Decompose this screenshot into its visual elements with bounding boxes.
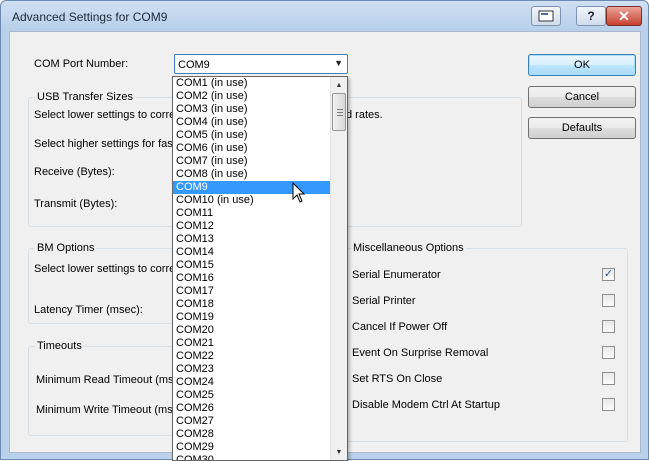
- mouse-pointer-icon: [292, 181, 306, 207]
- dropdown-item[interactable]: COM24: [173, 376, 330, 389]
- com-port-label: COM Port Number:: [34, 58, 129, 70]
- cancel-if-power-off-checkbox[interactable]: [602, 320, 615, 333]
- dropdown-item[interactable]: COM4 (in use): [173, 116, 330, 129]
- usb-transfer-hint: Select lower settings to corre: [34, 109, 176, 121]
- bm-options-title: BM Options: [35, 242, 97, 254]
- serial-enumerator-label: Serial Enumerator: [352, 269, 441, 281]
- usb-transfer-hint-tail: d rates.: [346, 109, 383, 121]
- advanced-settings-dialog: Advanced Settings for COM9 ? ✕ COM Port …: [0, 0, 649, 461]
- dropdown-item[interactable]: COM8 (in use): [173, 168, 330, 181]
- com-port-select[interactable]: COM9 ▼: [174, 54, 348, 74]
- dropdown-item[interactable]: COM15: [173, 259, 330, 272]
- dropdown-item[interactable]: COM25: [173, 389, 330, 402]
- defaults-button[interactable]: Defaults: [528, 117, 636, 139]
- dropdown-item[interactable]: COM23: [173, 363, 330, 376]
- usb-transfer-hint-2: Select higher settings for fas: [34, 138, 173, 150]
- scroll-down-arrow-icon[interactable]: ▼: [331, 444, 347, 460]
- disable-modem-ctrl-label: Disable Modem Ctrl At Startup: [352, 399, 500, 411]
- dropdown-item[interactable]: COM18: [173, 298, 330, 311]
- com-port-value: COM9: [178, 59, 210, 71]
- dropdown-item[interactable]: COM13: [173, 233, 330, 246]
- dropdown-item[interactable]: COM6 (in use): [173, 142, 330, 155]
- dropdown-item[interactable]: COM1 (in use): [173, 77, 330, 90]
- serial-printer-label: Serial Printer: [352, 295, 416, 307]
- dropdown-item[interactable]: COM7 (in use): [173, 155, 330, 168]
- dropdown-item[interactable]: COM27: [173, 415, 330, 428]
- dropdown-item[interactable]: COM11: [173, 207, 330, 220]
- misc-options-title: Miscellaneous Options: [351, 242, 466, 254]
- disable-modem-ctrl-checkbox[interactable]: [602, 398, 615, 411]
- set-rts-on-close-label: Set RTS On Close: [352, 373, 443, 385]
- scroll-thumb[interactable]: [332, 93, 346, 131]
- dropdown-item[interactable]: COM3 (in use): [173, 103, 330, 116]
- serial-enumerator-checkbox[interactable]: ✓: [602, 268, 615, 281]
- title-bar[interactable]: Advanced Settings for COM9 ? ✕: [1, 1, 648, 31]
- latency-timer-label: Latency Timer (msec):: [34, 304, 143, 316]
- scroll-up-arrow-icon[interactable]: ▲: [331, 77, 347, 93]
- window-menu-icon[interactable]: [531, 6, 561, 26]
- event-surprise-removal-label: Event On Surprise Removal: [352, 347, 489, 359]
- dropdown-item[interactable]: COM10 (in use): [173, 194, 330, 207]
- set-rts-on-close-checkbox[interactable]: [602, 372, 615, 385]
- min-write-timeout-label: Minimum Write Timeout (mse: [36, 404, 179, 416]
- dropdown-item[interactable]: COM17: [173, 285, 330, 298]
- dropdown-scrollbar[interactable]: ▲ ▼: [330, 77, 347, 460]
- dropdown-items: COM1 (in use) COM2 (in use) COM3 (in use) C…: [173, 77, 330, 460]
- dropdown-item[interactable]: COM21: [173, 337, 330, 350]
- event-surprise-removal-checkbox[interactable]: [602, 346, 615, 359]
- dropdown-item[interactable]: COM28: [173, 428, 330, 441]
- dropdown-item[interactable]: COM16: [173, 272, 330, 285]
- dropdown-item[interactable]: COM26: [173, 402, 330, 415]
- help-button[interactable]: ?: [576, 6, 606, 26]
- timeouts-title: Timeouts: [35, 340, 84, 352]
- dropdown-item[interactable]: COM9: [173, 181, 330, 194]
- dropdown-item[interactable]: COM20: [173, 324, 330, 337]
- min-read-timeout-label: Minimum Read Timeout (mse: [36, 374, 180, 386]
- com-port-dropdown-list[interactable]: COM1 (in use) COM2 (in use) COM3 (in use) C…: [172, 76, 348, 461]
- cancel-button[interactable]: Cancel: [528, 86, 636, 108]
- dropdown-item[interactable]: COM19: [173, 311, 330, 324]
- check-icon: ✓: [603, 268, 614, 280]
- bm-options-hint: Select lower settings to corre: [34, 263, 176, 275]
- dropdown-item[interactable]: COM14: [173, 246, 330, 259]
- dropdown-item[interactable]: COM22: [173, 350, 330, 363]
- cancel-if-power-off-label: Cancel If Power Off: [352, 321, 448, 333]
- serial-printer-checkbox[interactable]: [602, 294, 615, 307]
- dropdown-item[interactable]: COM29: [173, 441, 330, 454]
- dropdown-item[interactable]: COM5 (in use): [173, 129, 330, 142]
- transmit-bytes-label: Transmit (Bytes):: [34, 198, 118, 210]
- usb-transfer-title: USB Transfer Sizes: [35, 91, 135, 103]
- window-title: Advanced Settings for COM9: [12, 10, 168, 24]
- dropdown-item[interactable]: COM12: [173, 220, 330, 233]
- chevron-down-icon: ▼: [334, 58, 343, 68]
- receive-bytes-label: Receive (Bytes):: [34, 166, 115, 178]
- close-button[interactable]: ✕: [606, 6, 642, 26]
- dropdown-item[interactable]: COM2 (in use): [173, 90, 330, 103]
- ok-button[interactable]: OK: [528, 54, 636, 76]
